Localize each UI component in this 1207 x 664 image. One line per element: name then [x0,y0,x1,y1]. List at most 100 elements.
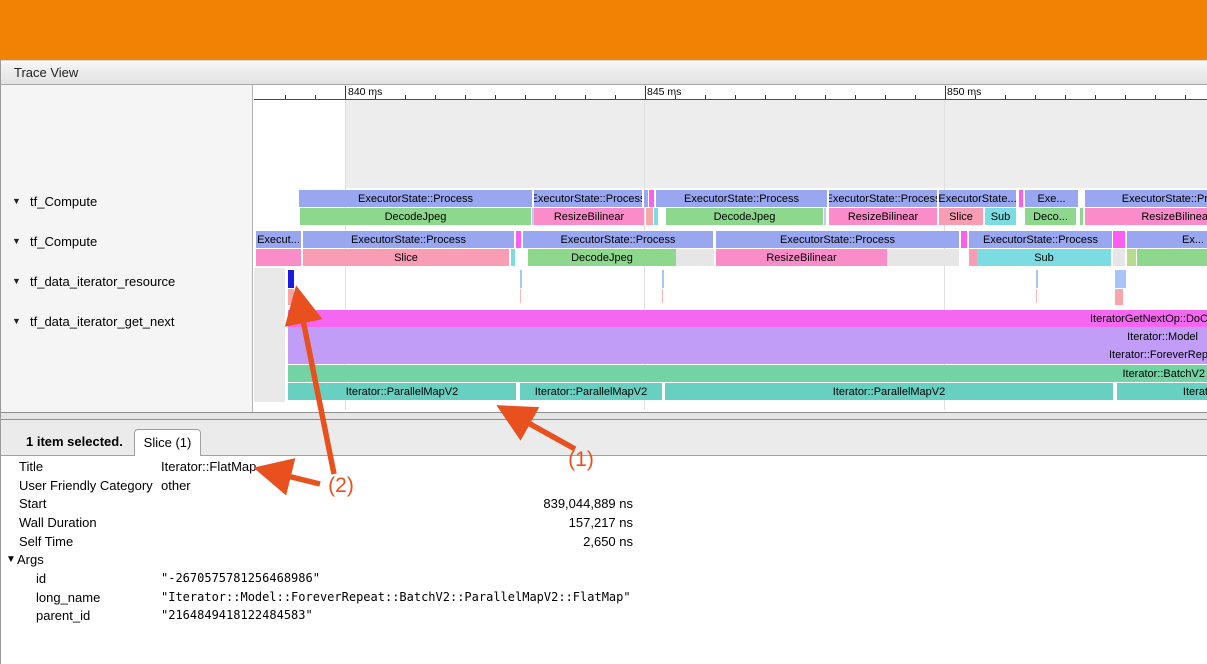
slice-label: ExecutorState::Process [561,234,676,246]
trace-slice[interactable]: Iterator::ForeverRep [288,346,1207,364]
trace-slice[interactable]: ExecutorState::Process [716,231,959,248]
trace-slice[interactable]: ResizeBilinear [829,208,937,225]
collapse-triangle-icon[interactable]: ▼ [12,276,30,286]
track-label-row[interactable]: ▼tf_Compute [1,193,252,209]
trace-slice[interactable]: DecodeJpeg [300,208,531,225]
slice-label: ExecutorState::Process [829,193,937,205]
trace-slice[interactable] [1127,249,1136,266]
trace-slice[interactable]: ResizeBilinear [716,249,887,266]
trace-slice[interactable]: ResizeBilinear [534,208,644,225]
ruler-tick-label: 840 ms [348,86,382,98]
trace-slice[interactable] [1036,270,1038,288]
slice-label: ResizeBilinea [1141,211,1207,223]
trace-slice[interactable] [1019,190,1023,207]
trace-slice[interactable]: ExecutorState::Process [523,231,713,248]
trace-slice[interactable] [1113,249,1125,266]
slice-label: Iterator::ParallelMapV2 [346,386,459,398]
trace-slice[interactable]: DecodeJpeg [528,249,676,266]
trace-slice[interactable] [969,249,977,266]
track-label-row[interactable]: ▼tf_data_iterator_resource [1,273,252,289]
trace-slice[interactable]: ExecutorState::Process [534,190,642,207]
trace-slice[interactable] [288,270,294,288]
trace-view-title: Trace View [14,65,78,80]
trace-slice[interactable] [662,270,664,288]
trace-slice[interactable]: DecodeJpeg [666,208,823,225]
trace-slice[interactable] [256,249,301,266]
trace-slice[interactable]: ExecutorState::Pr [1085,190,1207,207]
slice-label: Deco... [1033,211,1068,223]
collapse-triangle-icon[interactable]: ▼ [12,316,30,326]
trace-slice[interactable] [1137,249,1207,266]
slice-label: Sub [1034,252,1054,264]
trace-slice[interactable]: Iterator::ParallelMapV2 [288,383,516,400]
trace-slice[interactable]: ExecutorState::Process [656,190,827,207]
trace-slice[interactable] [1036,289,1037,303]
trace-slice[interactable] [676,249,714,266]
trace-slice[interactable]: Sub [985,208,1016,225]
panel-splitter[interactable] [1,412,1207,420]
trace-slice[interactable]: ExecutorState::Process [829,190,937,207]
slice-label: ExecutorState::Process [358,193,473,205]
ruler-tick-label: 845 ms [647,86,681,98]
slice-label: Ex... [1182,234,1204,246]
trace-slice[interactable] [1113,231,1125,248]
trace-slice[interactable] [520,289,521,303]
trace-slice[interactable]: ExecutorState::Process [969,231,1112,248]
trace-slice[interactable] [1080,208,1083,225]
trace-slice[interactable] [887,249,959,266]
collapse-triangle-icon[interactable]: ▼ [12,196,30,206]
trace-slice[interactable]: Deco... [1025,208,1076,225]
trace-slice[interactable] [961,231,967,248]
trace-slice[interactable]: Ex... [1127,231,1207,248]
slice-label: ExecutorState::Pr [1122,193,1207,205]
trace-slice[interactable] [644,190,648,207]
timeline-canvas[interactable]: 840 ms845 ms850 ms ExecutorState::Proces… [254,85,1207,412]
trace-slice[interactable] [646,208,653,225]
args-header-label: Args [17,552,44,567]
trace-slice[interactable]: ExecutorState::Process [303,231,514,248]
trace-slice[interactable]: Iterat [1117,383,1207,400]
magnifier-icon[interactable] [278,460,293,478]
arg-value: "Iterator::Model::ForeverRepeat::BatchV2… [161,590,631,604]
track-label-row[interactable]: ▼tf_Compute [1,233,252,249]
time-ruler: 840 ms845 ms850 ms [254,85,1207,100]
trace-slice[interactable]: Iterator::ParallelMapV2 [665,383,1113,400]
trace-slice[interactable]: Slice [303,249,509,266]
trace-slice[interactable]: ExecutorState::Process [299,190,532,207]
trace-slice[interactable]: Sub [977,249,1111,266]
trace-slice[interactable] [516,231,521,248]
top-orange-banner [0,0,1207,60]
trace-slice[interactable] [649,190,654,207]
trace-view-header: Trace View [1,60,1207,85]
slice-label: ExecutorState... [939,193,1016,205]
trace-slice[interactable]: Execut... [256,231,301,248]
trace-slice[interactable] [654,208,658,225]
trace-slice[interactable] [520,270,522,288]
trace-slice[interactable]: IteratorGetNextOp::DoC [288,310,1207,327]
trace-slice[interactable] [824,208,826,225]
slice-label: DecodeJpeg [714,211,776,223]
detail-label: Title [19,459,43,474]
slice-label: ExecutorState::Process [534,193,642,205]
trace-slice[interactable] [511,249,515,266]
tab-slice[interactable]: Slice (1) [134,429,201,456]
trace-slice[interactable]: Iterator::ParallelMapV2 [520,383,662,400]
trace-slice[interactable]: Slice [939,208,983,225]
trace-slice[interactable]: ResizeBilinea [1085,208,1207,225]
trace-slice[interactable] [1115,289,1123,305]
trace-slice[interactable] [288,289,294,305]
collapse-triangle-icon[interactable]: ▼ [12,236,30,246]
trace-slice[interactable]: Exe... [1025,190,1078,207]
track-name-label: tf_Compute [30,194,97,209]
detail-value: 157,217 ns [161,515,633,530]
args-header-row: ▼Args [1,552,1207,570]
track-label-row[interactable]: ▼tf_data_iterator_get_next [1,313,252,329]
detail-label: User Friendly Category [19,478,153,493]
slice-label: ExecutorState::Process [351,234,466,246]
trace-slice[interactable]: Iterator::BatchV2 [288,365,1207,382]
args-collapse-triangle-icon[interactable]: ▼ [6,554,16,565]
trace-slice[interactable] [662,289,663,303]
trace-slice[interactable]: ExecutorState... [939,190,1016,207]
trace-slice[interactable] [1115,270,1126,288]
trace-slice[interactable]: Iterator::Model [288,327,1207,346]
